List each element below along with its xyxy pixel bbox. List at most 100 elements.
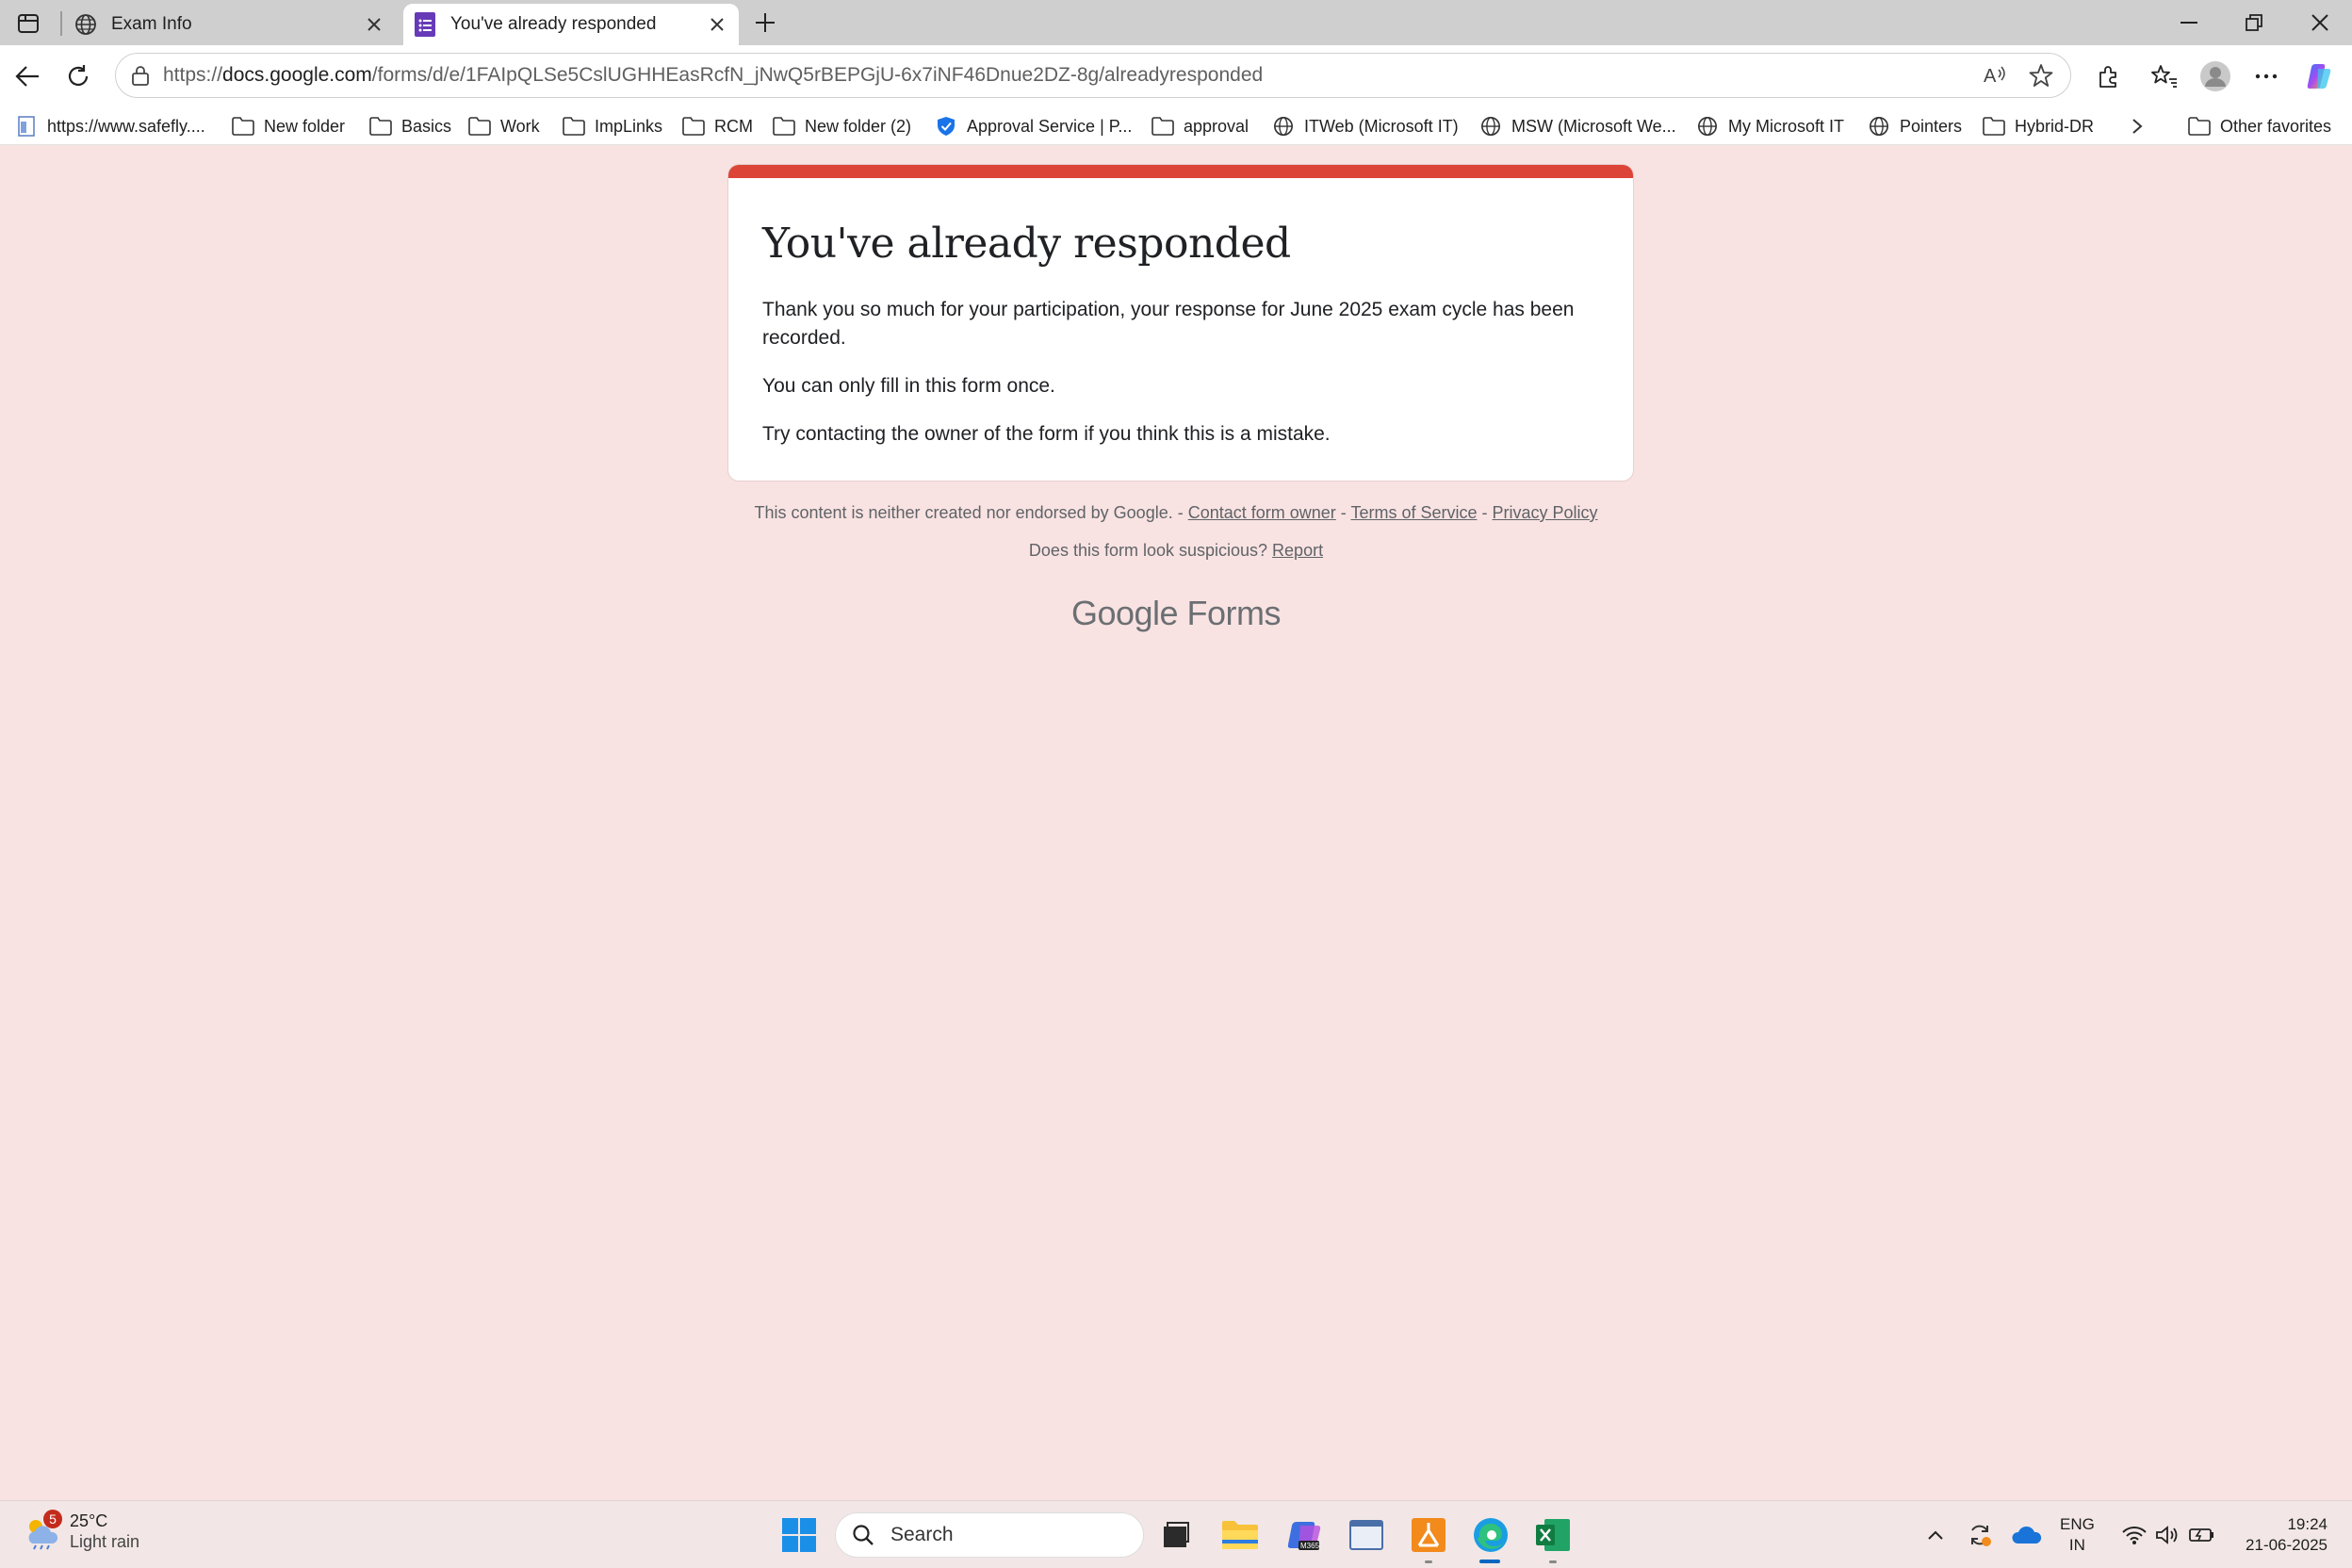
chevron-right-icon xyxy=(2126,115,2148,138)
page-icon xyxy=(15,115,38,138)
tab-strip: Exam Info You've already responded xyxy=(0,0,2352,45)
extensions-icon[interactable] xyxy=(2090,58,2126,94)
weather-rain-icon: 5 xyxy=(23,1510,62,1551)
weather-alert-badge: 5 xyxy=(43,1510,62,1528)
edge-browser-icon[interactable] xyxy=(1468,1512,1513,1558)
favorite-safefly[interactable]: https://www.safefly.... xyxy=(15,113,205,139)
favorite-new-folder-2[interactable]: New folder (2) xyxy=(773,113,911,139)
globe-icon xyxy=(1272,115,1295,138)
sync-icon[interactable] xyxy=(1966,1518,1994,1552)
address-bar[interactable]: https://docs.google.com/forms/d/e/1FAIpQ… xyxy=(115,53,2071,98)
form-title: You've already responded xyxy=(762,220,1291,268)
report-link[interactable]: Report xyxy=(1272,541,1323,560)
svg-text:A: A xyxy=(1984,66,1997,87)
task-view-icon[interactable] xyxy=(1153,1512,1199,1558)
page-content: You've already responded Thank you so mu… xyxy=(4,145,2348,1500)
read-aloud-icon[interactable]: A xyxy=(1980,59,2012,91)
site-info-icon[interactable] xyxy=(127,62,154,89)
suspicious-text: Does this form look suspicious? xyxy=(1028,541,1268,560)
form-message-once: You can only fill in this form once. xyxy=(762,375,1055,397)
folder-icon xyxy=(232,115,254,138)
close-icon[interactable] xyxy=(705,12,729,37)
tab-already-responded[interactable]: You've already responded xyxy=(403,4,739,45)
favorite-new-folder[interactable]: New folder xyxy=(232,113,345,139)
favorite-msw[interactable]: MSW (Microsoft We... xyxy=(1479,113,1676,139)
taskbar-search-box[interactable]: Search xyxy=(835,1512,1144,1558)
favorite-my-microsoft-it[interactable]: My Microsoft IT xyxy=(1696,113,1844,139)
favorite-approval[interactable]: approval xyxy=(1152,113,1249,139)
office-running-indicator xyxy=(1425,1560,1432,1563)
microsoft-365-icon[interactable]: M365 xyxy=(1282,1512,1327,1558)
favorites-icon[interactable] xyxy=(2147,58,2182,94)
favorites-overflow-button[interactable] xyxy=(2126,113,2158,139)
other-favorites[interactable]: Other favorites xyxy=(2188,113,2331,139)
favorite-work[interactable]: Work xyxy=(468,113,540,139)
weather-widget[interactable]: 5 25°C Light rain xyxy=(23,1510,140,1552)
favorites-bar: https://www.safefly.... New folder Basic… xyxy=(0,107,2352,145)
folder-icon xyxy=(563,115,585,138)
copilot-icon[interactable] xyxy=(2301,58,2337,94)
form-message-contact: Try contacting the owner of the form if … xyxy=(762,423,1331,445)
folder-icon xyxy=(468,115,491,138)
globe-icon xyxy=(1868,115,1890,138)
google-forms-logo[interactable]: Google Forms xyxy=(4,594,2348,633)
restore-button[interactable] xyxy=(2237,8,2271,38)
contact-form-owner-link[interactable]: Contact form owner xyxy=(1188,503,1336,522)
language-indicator[interactable]: ENG IN xyxy=(2060,1514,2095,1556)
excel-icon[interactable] xyxy=(1530,1512,1576,1558)
file-explorer-icon[interactable] xyxy=(1217,1512,1263,1558)
favorite-pointers[interactable]: Pointers xyxy=(1868,113,1962,139)
weather-temperature: 25°C xyxy=(70,1511,108,1530)
terms-of-service-link[interactable]: Terms of Service xyxy=(1350,503,1477,522)
back-button[interactable] xyxy=(9,58,45,94)
refresh-button[interactable] xyxy=(60,58,96,94)
taskbar: 5 25°C Light rain Search M365 ENG IN 19:… xyxy=(0,1500,2352,1568)
form-accent-bar xyxy=(728,165,1633,178)
profile-avatar[interactable] xyxy=(2197,58,2233,94)
windows-start-icon[interactable] xyxy=(776,1512,822,1558)
excel-running-indicator xyxy=(1549,1560,1557,1563)
chevron-up-icon[interactable] xyxy=(1924,1518,1947,1552)
clock-time: 19:24 xyxy=(2287,1515,2328,1533)
tab-separator xyxy=(60,11,62,36)
office-app-icon[interactable] xyxy=(1406,1512,1451,1558)
close-icon[interactable] xyxy=(362,12,386,37)
tab-title: Exam Info xyxy=(111,14,192,34)
edge-active-indicator xyxy=(1479,1560,1500,1563)
folder-icon xyxy=(773,115,795,138)
more-options-icon[interactable] xyxy=(2248,58,2284,94)
battery-icon[interactable] xyxy=(2188,1518,2216,1552)
close-window-button[interactable] xyxy=(2303,8,2337,38)
folder-icon xyxy=(682,115,705,138)
system-clock[interactable]: 19:24 21-06-2025 xyxy=(2231,1514,2328,1556)
tab-actions-icon[interactable] xyxy=(13,9,43,38)
search-icon xyxy=(849,1521,877,1549)
tab-title: You've already responded xyxy=(450,14,657,34)
tab-exam-info[interactable]: Exam Info xyxy=(64,4,396,45)
favorite-rcm[interactable]: RCM xyxy=(682,113,753,139)
volume-icon[interactable] xyxy=(2154,1518,2182,1552)
window-app-icon[interactable] xyxy=(1344,1512,1389,1558)
url-text: https://docs.google.com/forms/d/e/1FAIpQ… xyxy=(163,64,1264,86)
star-icon[interactable] xyxy=(2025,59,2057,91)
disclaimer-text: This content is neither created nor endo… xyxy=(754,503,1173,522)
favorite-basics[interactable]: Basics xyxy=(369,113,451,139)
clock-date: 21-06-2025 xyxy=(2246,1536,2328,1554)
onedrive-icon[interactable] xyxy=(2011,1518,2043,1552)
navigation-bar: https://docs.google.com/forms/d/e/1FAIpQ… xyxy=(0,45,2352,107)
minimize-button[interactable] xyxy=(2172,8,2206,38)
google-forms-icon xyxy=(413,12,437,37)
form-card: You've already responded Thank you so mu… xyxy=(727,164,1634,482)
folder-icon xyxy=(1983,115,2005,138)
weather-condition: Light rain xyxy=(70,1532,140,1551)
search-placeholder: Search xyxy=(890,1524,954,1545)
new-tab-button[interactable] xyxy=(750,8,780,38)
footer-report: Does this form look suspicious? Report xyxy=(4,541,2348,561)
favorite-implinks[interactable]: ImpLinks xyxy=(563,113,662,139)
footer-disclaimer: This content is neither created nor endo… xyxy=(754,503,1598,522)
favorite-itweb[interactable]: ITWeb (Microsoft IT) xyxy=(1272,113,1459,139)
favorite-hybrid-dr[interactable]: Hybrid-DR xyxy=(1983,113,2094,139)
privacy-policy-link[interactable]: Privacy Policy xyxy=(1493,503,1598,522)
favorite-approval-service[interactable]: Approval Service | P... xyxy=(935,113,1132,139)
wifi-icon[interactable] xyxy=(2120,1518,2148,1552)
